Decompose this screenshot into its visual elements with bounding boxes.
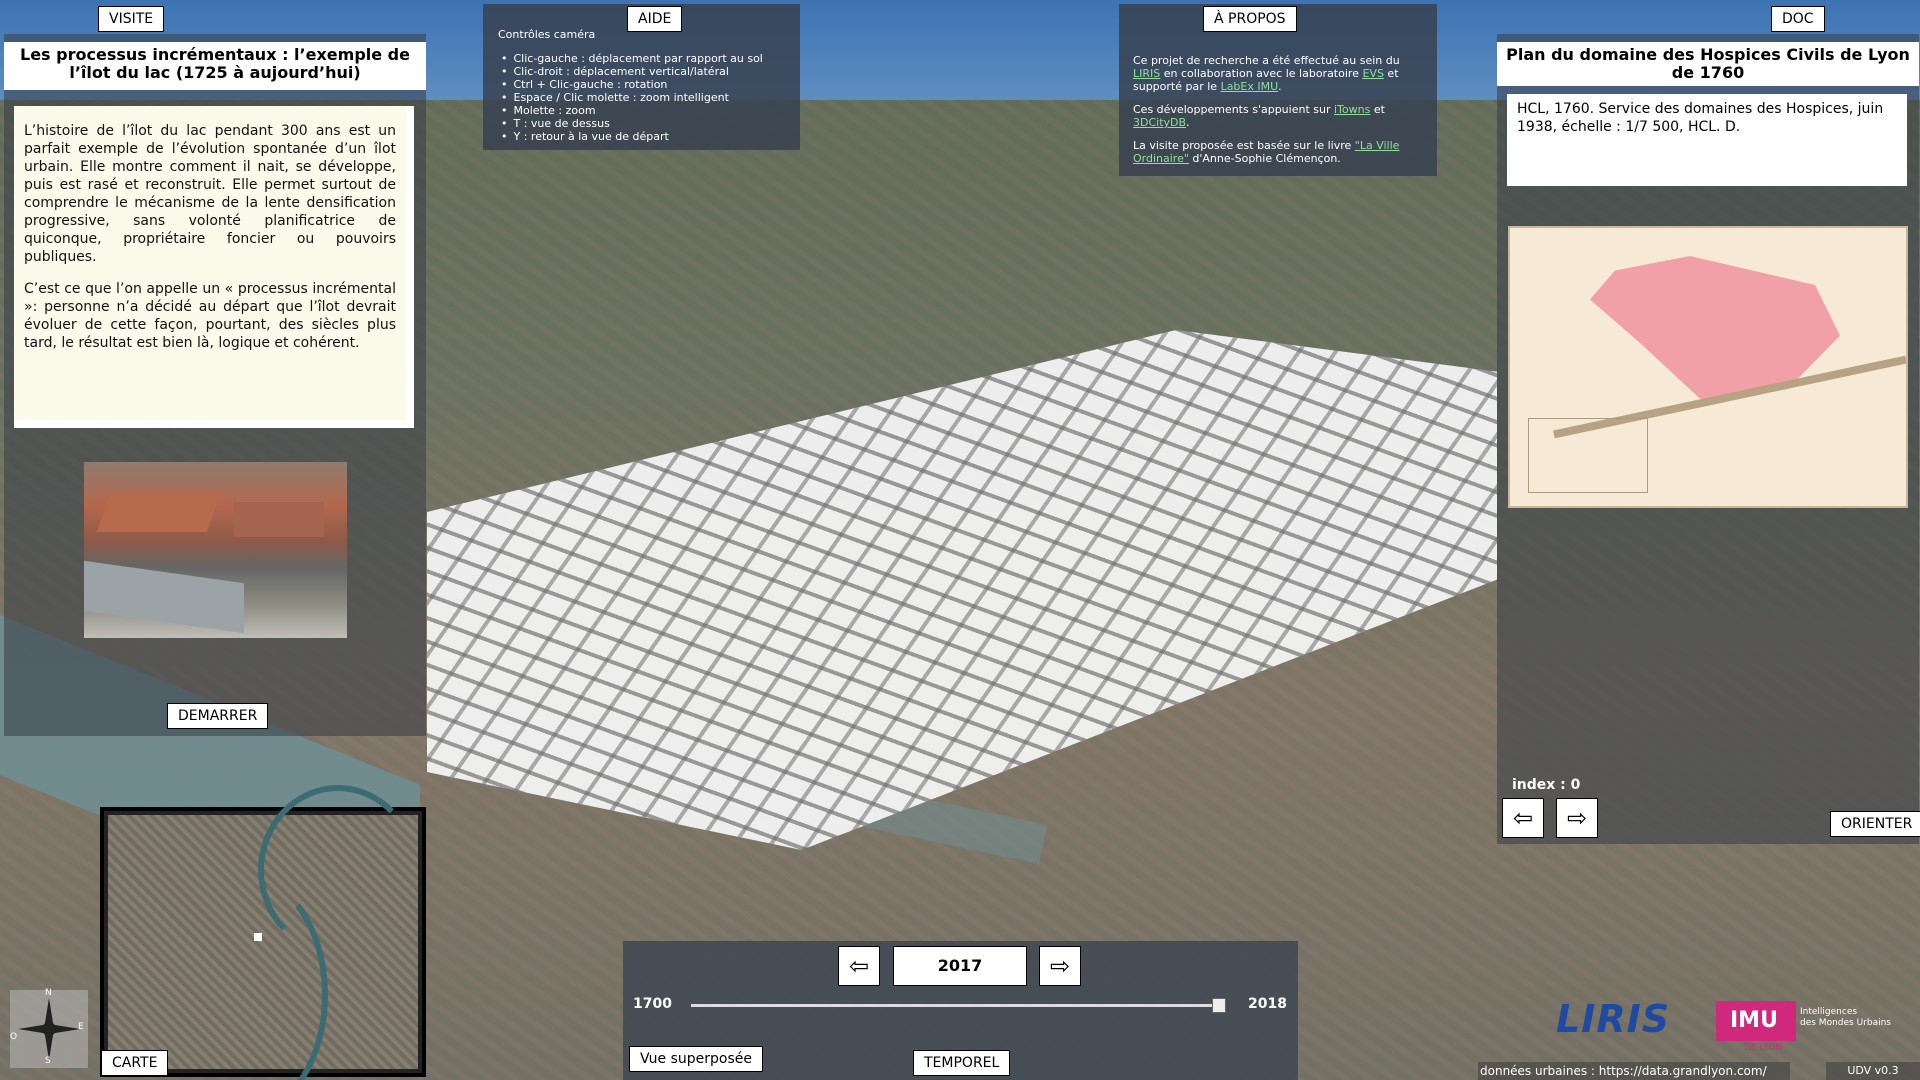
- overlay-view-button[interactable]: Vue superposée: [629, 1046, 763, 1072]
- doc-next-button[interactable]: ⇨: [1556, 798, 1598, 838]
- visite-title: Les processus incrémentaux : l’exemple d…: [4, 42, 426, 90]
- index-label: index : 0: [1512, 777, 1581, 793]
- photo-roof: [84, 560, 244, 634]
- minimap[interactable]: [100, 785, 426, 1080]
- text: La visite proposée est basée sur le livr…: [1133, 139, 1355, 152]
- control-item: T : vue de dessus: [501, 117, 763, 130]
- control-item: Y : retour à la vue de départ: [501, 130, 763, 143]
- apropos-paragraph-3: La visite proposée est basée sur le livr…: [1133, 139, 1423, 165]
- visite-photo: [84, 462, 347, 638]
- text: en collaboration avec le laboratoire: [1160, 67, 1363, 80]
- visite-tab[interactable]: VISITE: [98, 6, 165, 32]
- evs-link[interactable]: EVS: [1362, 67, 1383, 80]
- imu-logo: IMU: [1716, 1001, 1796, 1041]
- temporel-next-button[interactable]: ⇨: [1039, 946, 1081, 986]
- arrow-left-icon: ⇦: [848, 952, 870, 980]
- itowns-link[interactable]: iTowns: [1334, 103, 1370, 116]
- data-source[interactable]: données urbaines : https://data.grandlyo…: [1478, 1062, 1790, 1080]
- control-item: Clic-gauche : déplacement par rapport au…: [501, 52, 763, 65]
- control-item: Espace / Clic molette : zoom intelligent: [501, 91, 763, 104]
- year-slider-thumb[interactable]: [1212, 998, 1227, 1013]
- liris-link[interactable]: LIRIS: [1133, 67, 1160, 80]
- temporel-prev-button[interactable]: ⇦: [838, 946, 880, 986]
- camera-controls-list: Clic-gauche : déplacement par rapport au…: [501, 52, 763, 143]
- control-item: Clic-droit : déplacement vertical/latéra…: [501, 65, 763, 78]
- photo-roof: [234, 502, 324, 537]
- visite-text: L’histoire de l’îlot du lac pendant 300 …: [14, 106, 414, 428]
- doc-map-image[interactable]: [1508, 226, 1908, 508]
- doc-prev-button[interactable]: ⇦: [1502, 798, 1544, 838]
- arrow-right-icon: ⇨: [1049, 952, 1071, 980]
- doc-title: Plan du domaine des Hospices Civils de L…: [1497, 42, 1919, 86]
- text: Ce projet de recherche a été effectué au…: [1133, 54, 1400, 67]
- partner-logos: LIRIS IMU Intelligences des Mondes Urbai…: [1548, 993, 1920, 1053]
- arrow-left-icon: ⇦: [1512, 804, 1534, 832]
- start-button[interactable]: DEMARRER: [167, 703, 269, 729]
- compass-n: N: [45, 988, 52, 998]
- apropos-paragraph-1: Ce projet de recherche a été effectué au…: [1133, 54, 1423, 93]
- imu-logo-text: Intelligences des Mondes Urbains: [1800, 1007, 1891, 1029]
- text: Ces développements s'appuient sur: [1133, 103, 1334, 116]
- minimap-position-marker: [254, 933, 262, 941]
- orient-button[interactable]: ORIENTER: [1830, 811, 1920, 837]
- compass-s: S: [45, 1056, 51, 1066]
- compass-e: E: [78, 1022, 84, 1032]
- minimap-satellite: [108, 785, 418, 1080]
- apropos-paragraph-2: Ces développements s'appuient sur iTowns…: [1133, 103, 1423, 129]
- version-label: UDV v0.3: [1826, 1062, 1920, 1080]
- max-year-label: 2018: [1248, 996, 1287, 1012]
- arrow-right-icon: ⇨: [1566, 804, 1588, 832]
- text: d'Anne-Sophie Clémençon.: [1188, 152, 1341, 165]
- liris-logo: LIRIS: [1556, 997, 1671, 1041]
- imu-text-line: Intelligences: [1800, 1007, 1858, 1017]
- year-slider-track[interactable]: [691, 1004, 1221, 1007]
- carte-button[interactable]: CARTE: [101, 1050, 169, 1076]
- min-year-label: 1700: [633, 996, 672, 1012]
- compass[interactable]: N S E O: [10, 988, 88, 1068]
- labex-imu-link[interactable]: LabEx IMU: [1221, 80, 1279, 93]
- 3dcitydb-link[interactable]: 3DCityDB: [1133, 116, 1186, 129]
- visite-paragraph-2: C’est ce que l’on appelle un « processus…: [24, 281, 396, 351]
- doc-description: HCL, 1760. Service des domaines des Hosp…: [1507, 94, 1907, 186]
- imu-logo-sub: DE LYON: [1744, 1043, 1783, 1053]
- map-legend: [1528, 418, 1648, 493]
- camera-controls-title: Contrôles caméra: [498, 28, 596, 41]
- photo-roof: [96, 492, 222, 532]
- apropos-tab[interactable]: À PROPOS: [1203, 6, 1297, 32]
- doc-tab[interactable]: DOC: [1771, 6, 1825, 32]
- imu-text-line: des Mondes Urbains: [1800, 1018, 1891, 1028]
- visite-paragraph-1: L’histoire de l’îlot du lac pendant 300 …: [24, 123, 396, 265]
- control-item: Ctrl + Clic-gauche : rotation: [501, 78, 763, 91]
- text: .: [1186, 116, 1190, 129]
- compass-o: O: [10, 1032, 18, 1042]
- text: .: [1278, 80, 1282, 93]
- current-year: 2017: [893, 946, 1027, 986]
- control-item: Molette : zoom: [501, 104, 763, 117]
- aide-tab[interactable]: AIDE: [627, 6, 683, 32]
- temporel-tab[interactable]: TEMPOREL: [913, 1050, 1011, 1076]
- text: et: [1370, 103, 1385, 116]
